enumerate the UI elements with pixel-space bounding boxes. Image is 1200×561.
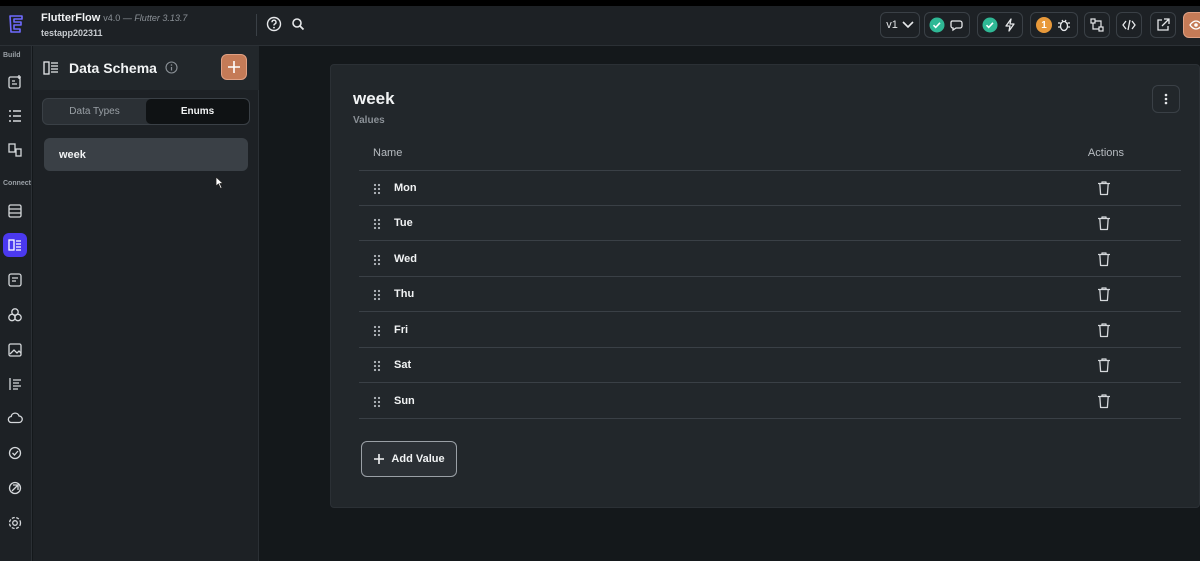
more-options-button[interactable] xyxy=(1152,85,1180,113)
column-header-actions: Actions xyxy=(1087,147,1124,159)
more-vertical-icon xyxy=(1164,93,1168,105)
check-circle-icon xyxy=(929,17,945,33)
rail-data-schema-icon[interactable] xyxy=(3,233,27,257)
issues-button[interactable]: 1 xyxy=(1030,12,1078,38)
window-top-edge xyxy=(0,0,1200,6)
collaboration-status-button[interactable] xyxy=(924,12,970,38)
lightning-icon xyxy=(1005,18,1015,32)
enum-value-name[interactable]: Mon xyxy=(394,182,417,194)
open-external-button[interactable] xyxy=(1150,12,1176,38)
check-circle-icon xyxy=(982,17,998,33)
external-link-icon xyxy=(1157,18,1170,31)
rail-integrations-icon[interactable] xyxy=(3,476,27,500)
branch-icon xyxy=(1090,18,1104,32)
enum-value-name[interactable]: Tue xyxy=(394,217,413,229)
table-row: Fri xyxy=(359,313,1181,348)
version-select-label: v1 xyxy=(886,19,898,31)
rail-custom-code-icon[interactable] xyxy=(3,372,27,396)
column-header-name: Name xyxy=(373,147,403,159)
tab-data-types[interactable]: Data Types xyxy=(43,99,146,124)
project-name[interactable]: testapp202311 xyxy=(41,28,103,38)
test-mode-button[interactable] xyxy=(977,12,1023,38)
info-icon[interactable] xyxy=(165,61,178,79)
drag-handle-icon[interactable] xyxy=(373,395,381,413)
add-value-label: Add Value xyxy=(391,453,445,465)
rail-media-assets-icon[interactable] xyxy=(3,338,27,362)
add-value-button[interactable]: Add Value xyxy=(361,441,457,477)
trash-icon[interactable] xyxy=(1097,251,1111,272)
chat-bubble-icon xyxy=(950,20,963,32)
trash-icon[interactable] xyxy=(1097,322,1111,343)
rail-cloud-functions-icon[interactable] xyxy=(3,406,27,430)
preview-button[interactable] xyxy=(1183,12,1200,38)
app-name: FlutterFlow v4.0 — Flutter 3.13.7 xyxy=(41,12,188,24)
rail-settings-gear-icon[interactable] xyxy=(3,511,27,535)
enum-value-name[interactable]: Thu xyxy=(394,288,414,300)
drag-handle-icon[interactable] xyxy=(373,324,381,342)
table-row: Wed xyxy=(359,242,1181,277)
table-row: Thu xyxy=(359,277,1181,312)
panel-title: Data Schema xyxy=(69,60,157,76)
eye-icon xyxy=(1189,20,1200,30)
drag-handle-icon[interactable] xyxy=(373,182,381,200)
trash-icon[interactable] xyxy=(1097,393,1111,414)
trash-icon[interactable] xyxy=(1097,180,1111,201)
drag-handle-icon[interactable] xyxy=(373,288,381,306)
branching-button[interactable] xyxy=(1084,12,1110,38)
trash-icon[interactable] xyxy=(1097,357,1111,378)
version-select[interactable]: v1 xyxy=(880,12,920,38)
mouse-cursor-icon xyxy=(214,176,226,195)
drag-handle-icon[interactable] xyxy=(373,253,381,271)
data-schema-icon xyxy=(43,61,59,80)
table-row: Sat xyxy=(359,348,1181,383)
trash-icon[interactable] xyxy=(1097,215,1111,236)
top-bar: FlutterFlow v4.0 — Flutter 3.13.7 testapp… xyxy=(0,0,1200,46)
table-row: Sun xyxy=(359,384,1181,419)
rail-section-connect: Connect xyxy=(3,180,31,187)
tab-enums[interactable]: Enums xyxy=(146,99,249,124)
enum-value-name[interactable]: Fri xyxy=(394,324,408,336)
enum-value-name[interactable]: Wed xyxy=(394,253,417,265)
rail-firestore-icon[interactable] xyxy=(3,199,27,223)
enum-list-item-label: week xyxy=(59,148,86,161)
toolbar-divider xyxy=(256,14,257,36)
enum-subtitle: Values xyxy=(353,115,385,126)
code-icon xyxy=(1122,19,1136,31)
drag-handle-icon[interactable] xyxy=(373,217,381,235)
enum-value-name[interactable]: Sun xyxy=(394,395,415,407)
table-row: Mon xyxy=(359,171,1181,206)
rail-section-build: Build xyxy=(3,52,21,59)
navigation-rail: Build Connect xyxy=(0,46,32,561)
rail-app-state-icon[interactable] xyxy=(3,268,27,292)
view-code-button[interactable] xyxy=(1116,12,1142,38)
trash-icon[interactable] xyxy=(1097,286,1111,307)
plus-icon xyxy=(374,454,385,464)
app-version: v4.0 — Flutter 3.13.7 xyxy=(103,13,188,23)
plus-icon xyxy=(228,61,240,73)
bug-icon xyxy=(1058,19,1070,32)
rail-widget-tree-icon[interactable] xyxy=(3,104,27,128)
rail-theme-icon[interactable] xyxy=(3,303,27,327)
data-schema-panel: Data Schema Data Types Enums week xyxy=(33,46,259,561)
chevron-down-icon xyxy=(902,21,914,29)
enum-value-name[interactable]: Sat xyxy=(394,359,411,371)
values-table-header: Name Actions xyxy=(359,135,1181,171)
enum-list-item[interactable]: week xyxy=(44,138,248,171)
enum-title: week xyxy=(353,89,395,108)
enum-detail-card: week Values Name Actions Mon Tue Wed Thu… xyxy=(330,64,1200,508)
schema-type-tabs: Data Types Enums xyxy=(42,98,250,125)
rail-tests-icon[interactable] xyxy=(3,441,27,465)
help-icon[interactable] xyxy=(264,14,284,34)
drag-handle-icon[interactable] xyxy=(373,359,381,377)
rail-components-icon[interactable] xyxy=(3,138,27,162)
add-schema-button[interactable] xyxy=(221,54,247,80)
panel-header: Data Schema xyxy=(33,46,259,90)
flutterflow-logo-icon[interactable] xyxy=(0,6,32,44)
issues-count-badge: 1 xyxy=(1036,17,1052,33)
search-icon[interactable] xyxy=(288,14,308,34)
rail-widget-palette-icon[interactable] xyxy=(3,70,27,94)
table-row: Tue xyxy=(359,206,1181,241)
